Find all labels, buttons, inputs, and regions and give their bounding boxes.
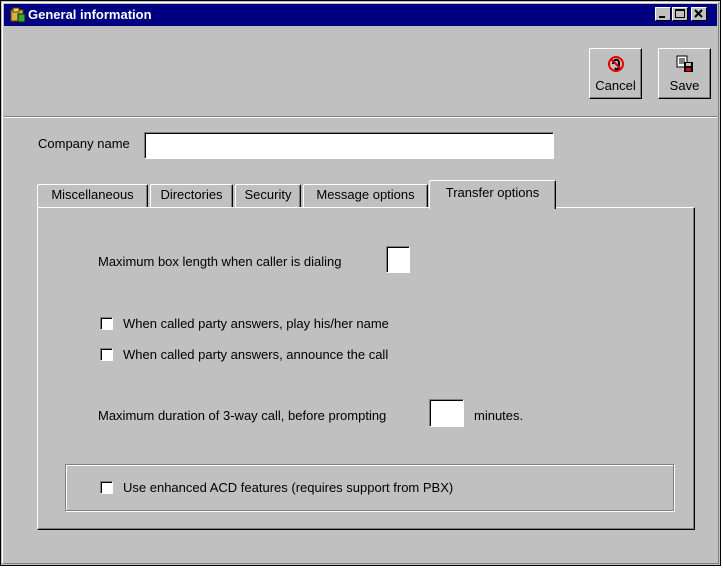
max-duration-input[interactable] [429, 399, 464, 427]
cancel-button[interactable]: Cancel [589, 48, 642, 99]
max-duration-label: Maximum duration of 3-way call, before p… [98, 408, 387, 423]
maximize-button[interactable] [672, 7, 688, 21]
window-title: General information [28, 7, 152, 22]
announce-call-checkbox[interactable] [100, 348, 113, 361]
save-button[interactable]: Save [658, 48, 711, 99]
max-box-length-input[interactable] [386, 246, 410, 273]
tab-security[interactable]: Security [235, 184, 301, 208]
tab-miscellaneous[interactable]: Miscellaneous [37, 184, 148, 208]
tab-label: Security [244, 187, 292, 202]
company-name-input[interactable] [144, 132, 554, 159]
announce-call-label: When called party answers, announce the … [123, 347, 389, 362]
tab-label: Directories [160, 187, 223, 202]
save-button-label: Save [669, 78, 700, 93]
enhanced-acd-checkbox[interactable] [100, 481, 113, 494]
title-bar[interactable]: General information [4, 4, 717, 26]
general-information-window: General information Cancel Save Company … [0, 0, 721, 566]
minutes-label: minutes. [474, 408, 524, 423]
enhanced-acd-label: Use enhanced ACD features (requires supp… [123, 480, 454, 495]
max-box-length-label: Maximum box length when caller is dialin… [98, 254, 342, 269]
toolbar-divider [4, 117, 717, 118]
close-icon [694, 9, 703, 18]
toolbar: Cancel Save [4, 28, 717, 117]
company-name-label: Company name [38, 136, 130, 151]
cancel-button-label: Cancel [595, 78, 636, 93]
play-name-label: When called party answers, play his/her … [123, 316, 389, 331]
tab-label: Miscellaneous [51, 187, 134, 202]
tab-message-options[interactable]: Message options [303, 184, 428, 208]
tab-directories[interactable]: Directories [150, 184, 233, 208]
maximize-icon [675, 9, 685, 18]
close-button[interactable] [691, 7, 707, 21]
cancel-icon [607, 55, 625, 73]
play-name-checkbox[interactable] [100, 317, 113, 330]
minimize-button[interactable] [655, 7, 671, 21]
tab-label: Transfer options [445, 185, 540, 200]
app-icon [10, 7, 26, 23]
save-icon [676, 55, 694, 73]
minimize-icon [659, 16, 665, 18]
tab-label: Message options [316, 187, 415, 202]
tab-transfer-options[interactable]: Transfer options [429, 180, 556, 209]
